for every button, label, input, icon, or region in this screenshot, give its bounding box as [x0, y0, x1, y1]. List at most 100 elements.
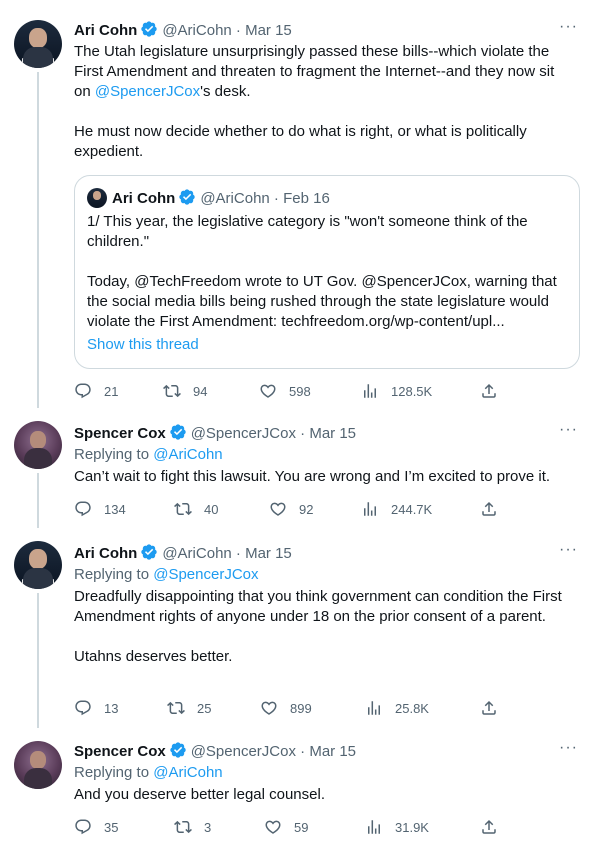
- retweet-count: 40: [204, 501, 219, 517]
- author-handle[interactable]: @AriCohn: [162, 22, 231, 39]
- replying-to-link[interactable]: @SpencerJCox: [153, 566, 258, 583]
- share-button[interactable]: [480, 499, 510, 519]
- quoted-author-handle: @AriCohn: [200, 190, 270, 207]
- retweet-count: 25: [197, 700, 212, 716]
- more-icon[interactable]: ···: [559, 541, 578, 559]
- verified-badge-icon: [140, 20, 158, 38]
- quoted-avatar: [87, 188, 107, 208]
- retweet-button[interactable]: 3: [174, 817, 211, 837]
- views-count: 31.9K: [395, 819, 429, 835]
- tweet[interactable]: Ari Cohn @AriCohn · Mar 15 ··· The Utah l…: [0, 0, 596, 408]
- tweet[interactable]: Spencer Cox @SpencerJCox · Mar 15 ··· Rep…: [0, 408, 596, 528]
- views-icon: [365, 818, 383, 836]
- reply-button[interactable]: 134: [74, 499, 126, 519]
- quoted-tweet[interactable]: Ari Cohn @AriCohn · Feb 16 1/ This year, …: [74, 175, 580, 369]
- tweet[interactable]: Ari Cohn @AriCohn · Mar 15 ··· Replying t…: [0, 528, 596, 728]
- quoted-tweet-header: Ari Cohn @AriCohn · Feb 16: [87, 188, 330, 209]
- reply-icon: [74, 699, 92, 717]
- author-handle[interactable]: @SpencerJCox: [191, 743, 296, 760]
- tweet-actions: 134 40 92 244.7K: [74, 499, 504, 519]
- avatar[interactable]: [14, 421, 62, 469]
- retweet-button[interactable]: 40: [174, 499, 218, 519]
- author-handle[interactable]: @SpencerJCox: [191, 425, 296, 442]
- author-name[interactable]: Ari Cohn: [74, 545, 137, 562]
- replying-to-link[interactable]: @AriCohn: [153, 764, 222, 781]
- like-button[interactable]: 92: [269, 499, 313, 519]
- share-icon: [480, 699, 498, 717]
- quoted-timestamp: · Feb 16: [273, 190, 330, 207]
- views-button[interactable]: 244.7K: [361, 499, 432, 519]
- verified-badge-icon: [169, 741, 187, 759]
- retweet-button[interactable]: 94: [163, 381, 207, 401]
- tweet[interactable]: Spencer Cox @SpencerJCox · Mar 15 ··· Rep…: [0, 728, 596, 849]
- author-name[interactable]: Ari Cohn: [74, 22, 137, 39]
- replying-to: Replying to @AriCohn: [74, 764, 223, 781]
- timestamp[interactable]: · Mar 15: [300, 743, 356, 760]
- like-icon: [264, 818, 282, 836]
- retweet-icon: [167, 699, 185, 717]
- reply-button[interactable]: 21: [74, 381, 118, 401]
- like-button[interactable]: 899: [260, 698, 312, 718]
- verified-badge-icon: [140, 543, 158, 561]
- views-button[interactable]: 25.8K: [365, 698, 429, 718]
- author-name[interactable]: Spencer Cox: [74, 425, 166, 442]
- like-icon: [259, 382, 277, 400]
- views-button[interactable]: 31.9K: [365, 817, 429, 837]
- quoted-author-name: Ari Cohn: [112, 190, 176, 207]
- reply-icon: [74, 382, 92, 400]
- thread-line: [37, 593, 39, 728]
- timestamp[interactable]: · Mar 15: [236, 22, 292, 39]
- thread-line: [37, 72, 39, 408]
- views-count: 244.7K: [391, 501, 433, 517]
- views-button[interactable]: 128.5K: [361, 381, 432, 401]
- tweet-text: The Utah legislature unsurprisingly pass…: [74, 43, 555, 160]
- reply-button[interactable]: 13: [74, 698, 118, 718]
- reply-button[interactable]: 35: [74, 817, 118, 837]
- like-button[interactable]: 59: [264, 817, 308, 837]
- like-count: 598: [289, 383, 311, 399]
- timestamp[interactable]: · Mar 15: [300, 425, 356, 442]
- more-icon[interactable]: ···: [559, 739, 578, 757]
- views-icon: [365, 699, 383, 717]
- verified-badge-icon: [178, 188, 196, 206]
- share-icon: [480, 500, 498, 518]
- avatar[interactable]: [14, 541, 62, 589]
- retweet-icon: [174, 500, 192, 518]
- like-button[interactable]: 598: [259, 381, 311, 401]
- show-thread-link[interactable]: Show this thread: [87, 336, 199, 353]
- tweet-header: Ari Cohn @AriCohn · Mar 15: [74, 543, 292, 564]
- avatar[interactable]: [14, 741, 62, 789]
- tweet-header: Spencer Cox @SpencerJCox · Mar 15: [74, 423, 356, 444]
- mention-link[interactable]: @SpencerJCox: [95, 83, 200, 100]
- tweet-actions: 21 94 598 128.5K: [74, 381, 504, 401]
- replying-to: Replying to @AriCohn: [74, 446, 223, 463]
- retweet-count: 3: [204, 819, 212, 835]
- share-button[interactable]: [480, 698, 510, 718]
- views-icon: [361, 382, 379, 400]
- like-count: 92: [299, 501, 314, 517]
- views-icon: [361, 500, 379, 518]
- share-button[interactable]: [480, 817, 510, 837]
- tweet-text: Can’t wait to fight this lawsuit. You ar…: [74, 468, 551, 485]
- reply-count: 21: [104, 383, 119, 399]
- tweet-header: Ari Cohn @AriCohn · Mar 15: [74, 20, 292, 41]
- more-icon[interactable]: ···: [559, 18, 578, 36]
- replying-to: Replying to @SpencerJCox: [74, 566, 259, 583]
- views-count: 25.8K: [395, 700, 429, 716]
- tweet-actions: 13 25 899 25.8K: [74, 698, 504, 718]
- quoted-tweet-text: 1/ This year, the legislative category i…: [87, 213, 557, 330]
- more-icon[interactable]: ···: [559, 421, 578, 439]
- timestamp[interactable]: · Mar 15: [236, 545, 292, 562]
- retweet-button[interactable]: 25: [167, 698, 211, 718]
- replying-to-link[interactable]: @AriCohn: [153, 446, 222, 463]
- retweet-icon: [163, 382, 181, 400]
- tweet-text: And you deserve better legal counsel.: [74, 786, 325, 803]
- reply-count: 13: [104, 700, 119, 716]
- author-handle[interactable]: @AriCohn: [162, 545, 231, 562]
- like-count: 899: [290, 700, 312, 716]
- reply-icon: [74, 500, 92, 518]
- views-count: 128.5K: [391, 383, 433, 399]
- share-button[interactable]: [480, 381, 510, 401]
- avatar[interactable]: [14, 20, 62, 68]
- author-name[interactable]: Spencer Cox: [74, 743, 166, 760]
